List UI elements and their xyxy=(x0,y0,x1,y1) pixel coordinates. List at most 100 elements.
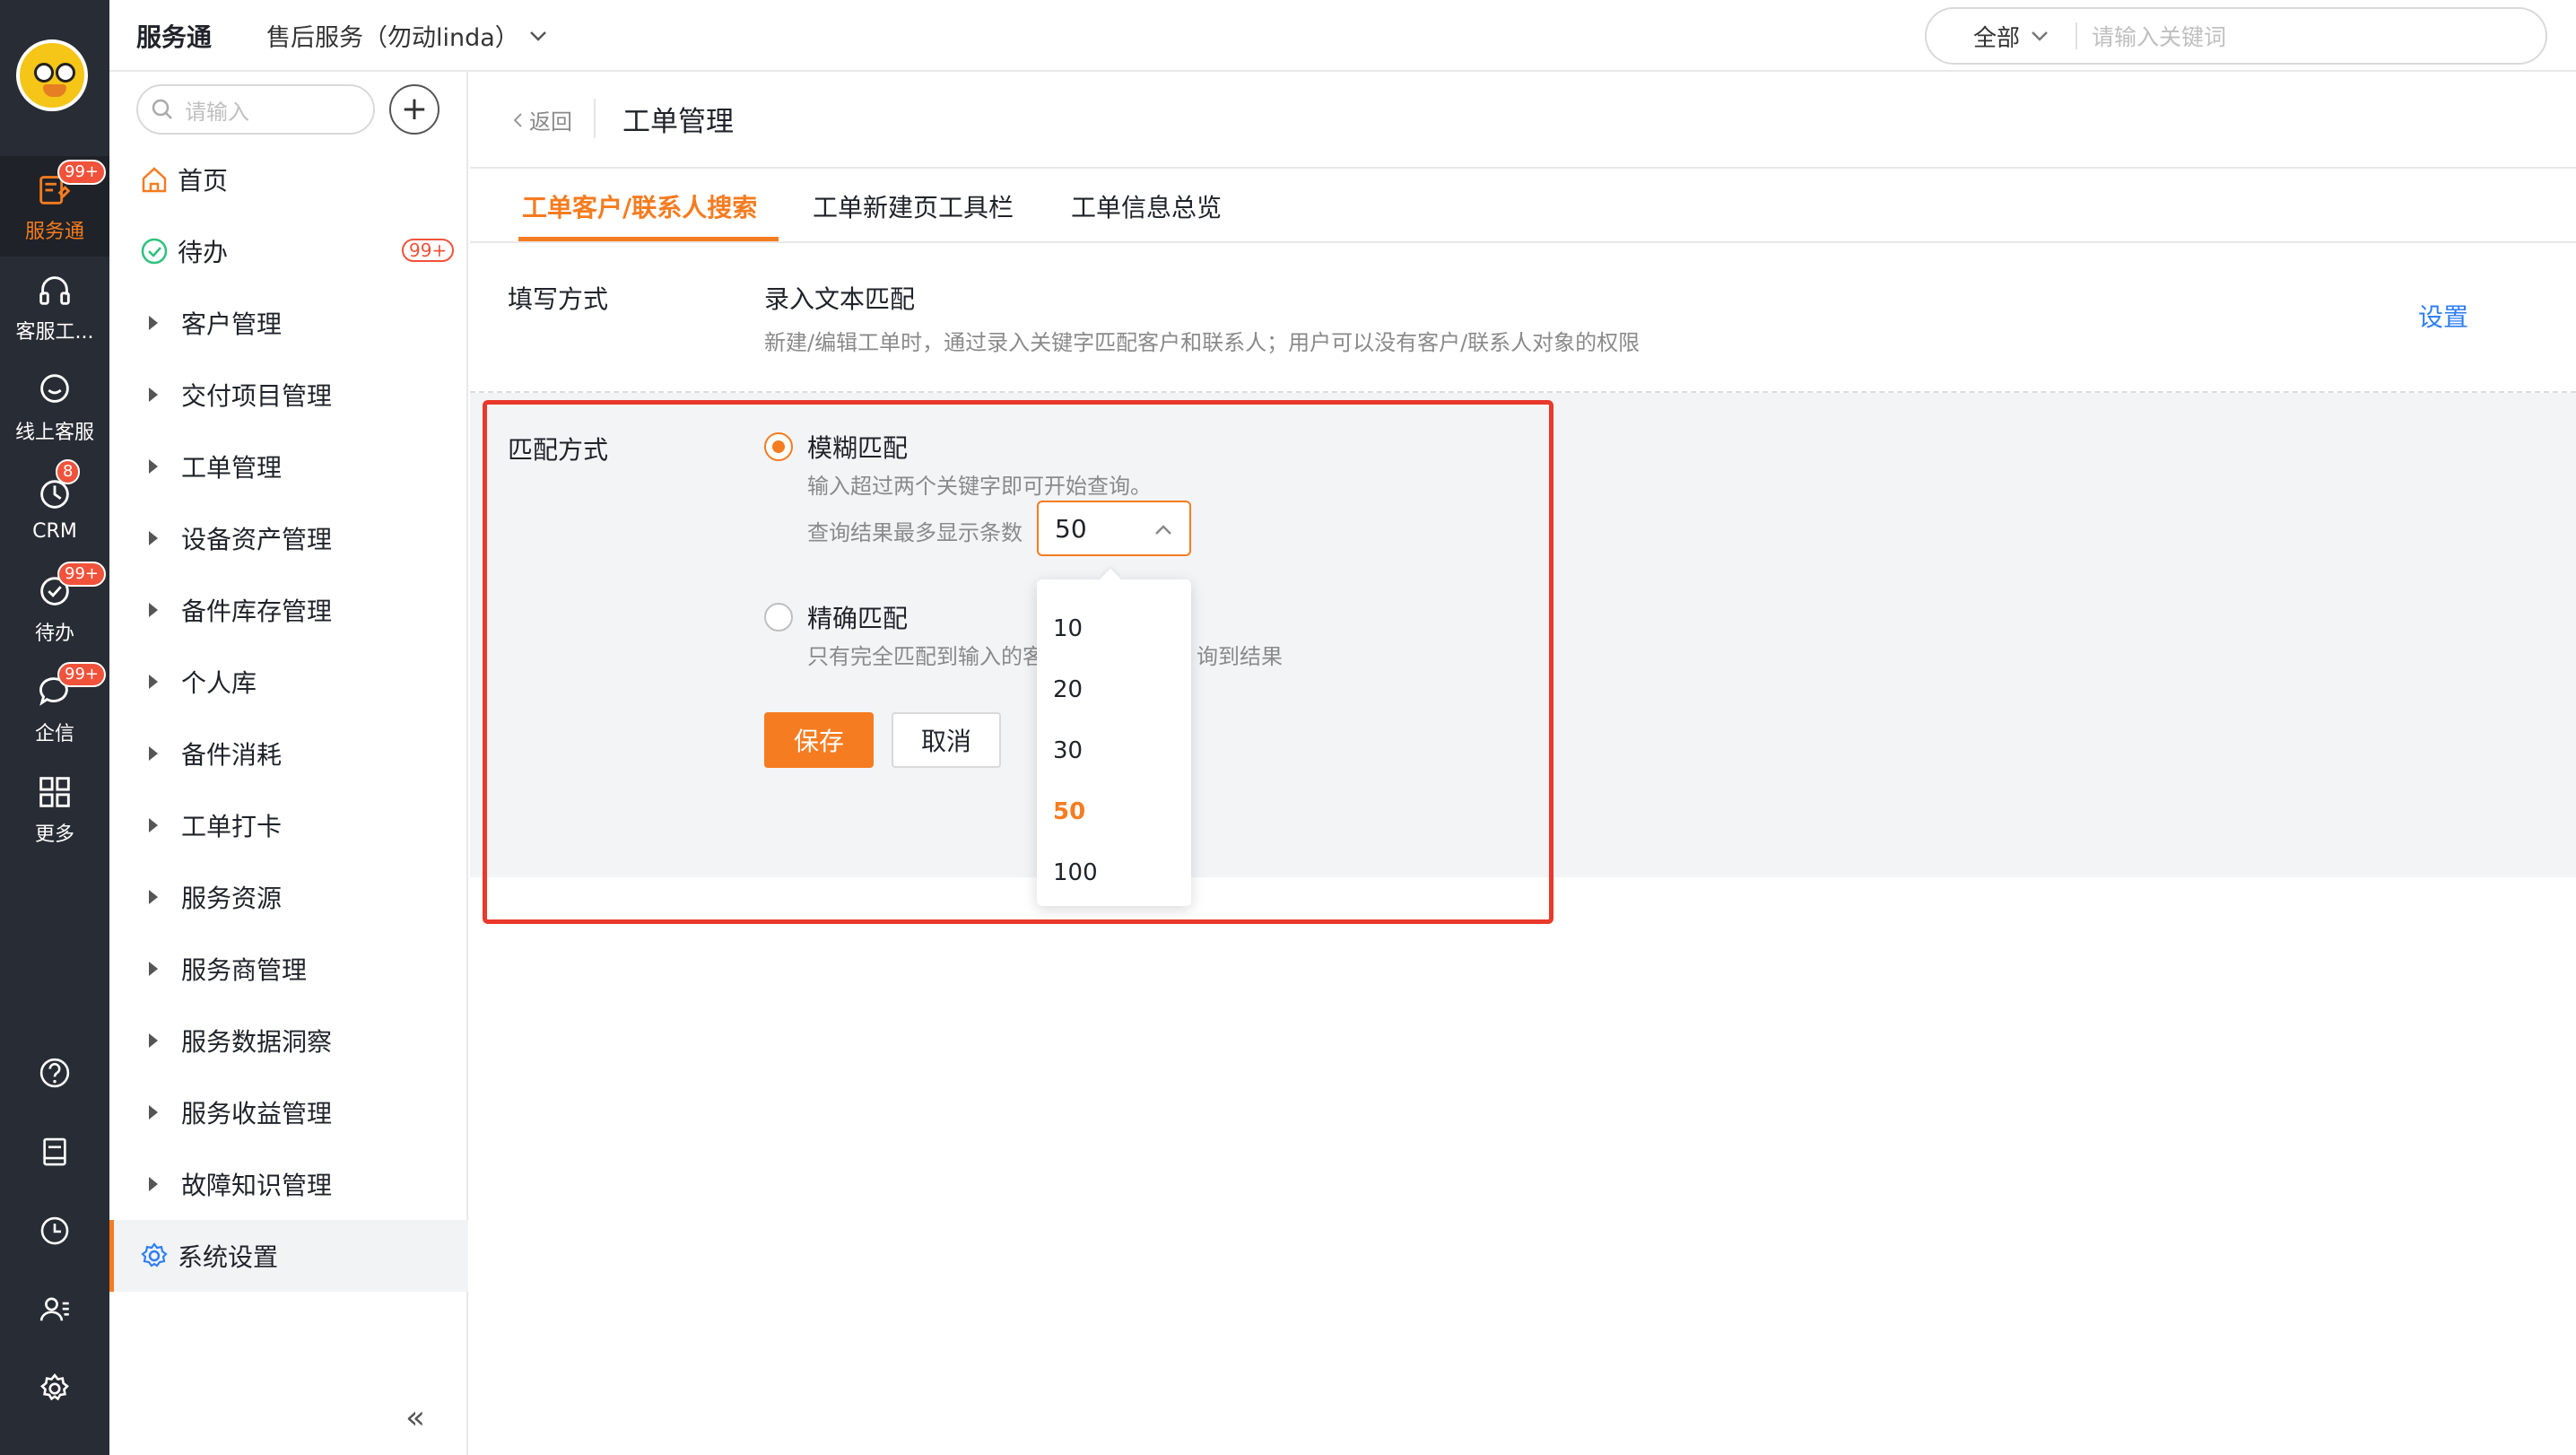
rail-item-more[interactable]: 更多 xyxy=(0,759,109,859)
sidebar-item-label: 系统设置 xyxy=(178,1242,279,1272)
sidebar-item-home[interactable]: 首页 xyxy=(109,144,468,215)
sidebar-item-label: 客户管理 xyxy=(181,309,283,339)
search-input[interactable]: 请输入关键词 xyxy=(2092,20,2226,52)
help-icon xyxy=(39,1058,70,1088)
rail-item-service[interactable]: 服务通 99+ xyxy=(0,156,109,257)
rail-item-messenger[interactable]: 企信 99+ xyxy=(0,658,109,759)
expand-arrow-icon xyxy=(149,531,158,545)
add-button[interactable]: + xyxy=(389,84,439,135)
expand-arrow-icon xyxy=(149,675,158,689)
grid-icon xyxy=(39,777,70,807)
app-rail: 服务通 99+ 客服工... 线上客服 CRM 8 待办 99+ 企信 99+ … xyxy=(0,0,109,1455)
sidebar-item-label: 首页 xyxy=(178,166,229,196)
rail-label: 企信 xyxy=(34,723,74,745)
rail-item-agent[interactable]: 客服工... xyxy=(0,257,109,357)
expand-arrow-icon xyxy=(149,388,158,402)
sidebar-item-checkin[interactable]: 工单打卡 xyxy=(109,789,468,861)
sidebar-item-personal[interactable]: 个人库 xyxy=(109,646,468,718)
rail-label: 客服工... xyxy=(15,321,94,344)
settings-link[interactable]: 设置 xyxy=(2418,298,2468,334)
chevron-down-icon xyxy=(529,30,546,41)
sidebar-item-inventory[interactable]: 备件库存管理 xyxy=(109,574,468,646)
logo-eye xyxy=(56,63,75,83)
rail-label: 待办 xyxy=(34,623,74,645)
expand-arrow-icon xyxy=(149,1033,158,1048)
sidebar-item-workorder[interactable]: 工单管理 xyxy=(109,431,468,502)
sidebar-item-insights[interactable]: 服务数据洞察 xyxy=(109,1005,468,1076)
page-title: 工单管理 xyxy=(622,106,734,138)
global-search[interactable]: 全部 请输入关键词 xyxy=(1925,7,2547,65)
expand-arrow-icon xyxy=(149,890,158,904)
tab-info-overview[interactable]: 工单信息总览 xyxy=(1071,188,1222,224)
check-icon xyxy=(136,233,172,269)
highlight-box xyxy=(483,400,1553,924)
sidebar-item-label: 设备资产管理 xyxy=(181,525,333,554)
sidebar-item-label: 工单管理 xyxy=(181,453,283,483)
gear-icon xyxy=(136,1238,172,1274)
logo-eye xyxy=(34,63,54,83)
expand-arrow-icon xyxy=(149,1177,158,1191)
contacts-button[interactable] xyxy=(0,1270,109,1349)
sidebar-item-label: 服务数据洞察 xyxy=(181,1027,333,1057)
rail-label: CRM xyxy=(32,519,77,543)
rail-label: 线上客服 xyxy=(14,422,94,444)
sidebar-item-assets[interactable]: 设备资产管理 xyxy=(109,502,468,574)
sidebar-item-todo[interactable]: 待办 99+ xyxy=(109,215,468,287)
sidebar-item-settings[interactable]: 系统设置 xyxy=(109,1220,468,1292)
divider xyxy=(2076,22,2078,49)
app-name: 服务通 xyxy=(136,22,213,52)
back-link[interactable]: 返回 xyxy=(511,104,572,135)
divider xyxy=(470,241,2576,243)
sidebar-item-label: 备件消耗 xyxy=(181,740,283,770)
sidebar-item-resources[interactable]: 服务资源 xyxy=(109,861,468,933)
history-icon xyxy=(40,1216,69,1245)
rail-item-todo[interactable]: 待办 99+ xyxy=(0,558,109,658)
notification-badge: 99+ xyxy=(57,662,106,687)
sidebar-item-delivery[interactable]: 交付项目管理 xyxy=(109,359,468,431)
rail-item-crm[interactable]: CRM 8 xyxy=(0,457,109,558)
history-button[interactable] xyxy=(0,1191,109,1270)
sidebar-item-providers[interactable]: 服务商管理 xyxy=(109,933,468,1005)
fill-mode-value: 录入文本匹配 xyxy=(764,284,916,314)
settings-button[interactable] xyxy=(0,1349,109,1428)
app-logo[interactable] xyxy=(16,39,88,111)
workspace-selector[interactable]: 售后服务（勿动linda） xyxy=(266,18,548,53)
sidebar-item-label: 备件库存管理 xyxy=(181,597,333,626)
sidebar-nav: 请输入 + 首页 待办 99+ 客户管理 交付项目管理 工单管理 设备资产管理 … xyxy=(109,72,468,1455)
sidebar-item-label: 待办 xyxy=(178,238,229,267)
top-bar: 服务通 售后服务（勿动linda） 全部 请输入关键词 xyxy=(109,0,2576,72)
chat-icon xyxy=(40,374,69,403)
nav-search-input[interactable]: 请输入 xyxy=(136,84,375,135)
sidebar-item-revenue[interactable]: 服务收益管理 xyxy=(109,1076,468,1148)
sidebar-item-consumption[interactable]: 备件消耗 xyxy=(109,718,468,789)
expand-arrow-icon xyxy=(149,603,158,617)
todo-badge: 99+ xyxy=(402,239,455,262)
headset-icon xyxy=(39,276,70,305)
contacts-icon xyxy=(39,1297,69,1321)
sidebar-item-label: 服务收益管理 xyxy=(181,1099,333,1128)
docs-button[interactable] xyxy=(0,1112,109,1191)
sidebar-item-label: 服务商管理 xyxy=(181,955,308,985)
expand-arrow-icon xyxy=(149,1105,158,1120)
workspace-name: 售后服务（勿动linda） xyxy=(266,24,519,52)
sidebar-item-knowledge[interactable]: 故障知识管理 xyxy=(109,1148,468,1220)
expand-arrow-icon xyxy=(149,746,158,761)
sidebar-item-label: 工单打卡 xyxy=(181,812,283,841)
search-scope-value: 全部 xyxy=(1973,24,2021,52)
back-label: 返回 xyxy=(529,109,572,135)
chevron-down-icon xyxy=(2032,31,2048,41)
sidebar-item-customer[interactable]: 客户管理 xyxy=(109,287,468,359)
search-icon xyxy=(152,99,172,119)
help-button[interactable] xyxy=(0,1033,109,1112)
rail-item-online[interactable]: 线上客服 xyxy=(0,357,109,457)
collapse-sidebar-button[interactable]: « xyxy=(405,1399,425,1436)
notification-badge: 99+ xyxy=(57,160,106,185)
tab-customer-search[interactable]: 工单客户/联系人搜索 xyxy=(522,188,757,224)
divider xyxy=(594,99,596,138)
sidebar-item-label: 个人库 xyxy=(181,668,257,698)
sidebar-item-label: 交付项目管理 xyxy=(181,381,333,411)
fill-mode-label: 填写方式 xyxy=(508,284,609,314)
expand-arrow-icon xyxy=(149,459,158,474)
tab-new-page-toolbar[interactable]: 工单新建页工具栏 xyxy=(813,188,1014,224)
search-scope-select[interactable]: 全部 xyxy=(1973,20,2049,53)
